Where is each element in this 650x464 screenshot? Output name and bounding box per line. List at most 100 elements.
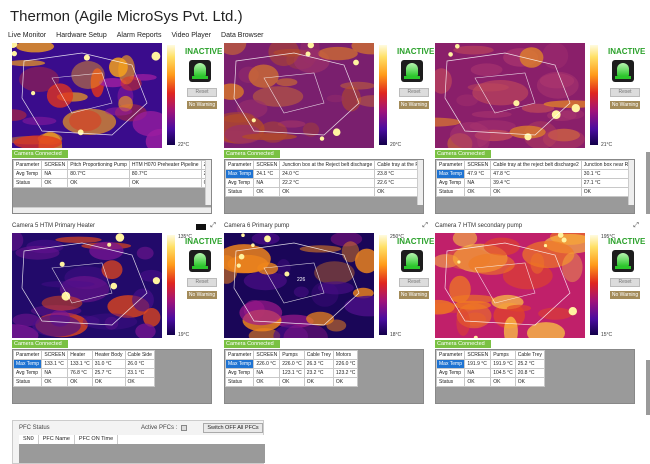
table-cell: Max Temp (436, 169, 466, 179)
table-row[interactable]: Max Temp 24.1 °C 24.0 °C 23.8 °C (225, 169, 423, 179)
table-row[interactable]: Avg Temp NA 39.4 °C 27.1 °C (436, 178, 634, 188)
column-header: Cable tray at the reject belt discharge2 (490, 160, 582, 170)
table-cell: Status (13, 377, 43, 387)
table-row[interactable]: StatusOKOKOKC (13, 178, 211, 188)
table-header-row: Parameter SCREEN Pitch Proportioning Pump H… (13, 160, 211, 170)
readings-panel: Parameter SCREEN Pumps Cable Trey Motors Max … (224, 349, 424, 404)
column-header: Parameter (13, 350, 43, 360)
table-cell: OK (303, 377, 334, 387)
app-title: Thermon (Agile MicroSys Pvt. Ltd.) (10, 8, 243, 25)
table-cell: OK (464, 377, 492, 387)
camera-panel: Camera 7 HTM secondary pump ⤢ 195°C 15°C… (435, 222, 645, 404)
table-cell: 39.4 °C (490, 178, 582, 188)
reset-button[interactable]: Reset (610, 278, 640, 287)
table-cell: 26.3 °C (303, 359, 334, 369)
table-row[interactable]: Max Temp 191.9 °C 191.9 °C 25.2 °C (436, 359, 545, 369)
menu-video-player[interactable]: Video Player (171, 32, 211, 39)
scrollbar-edge[interactable] (646, 152, 650, 214)
color-scale-bar (379, 235, 387, 335)
active-pfcs-checkbox[interactable] (181, 425, 187, 431)
vertical-scrollbar[interactable] (628, 160, 634, 205)
table-row[interactable]: Max Temp 226.0 °C 226.0 °C 26.3 °C 226.0 °C (225, 359, 359, 369)
table-row[interactable]: Avg Temp NA 104.5 °C 20.8 °C (436, 368, 545, 378)
table-cell: 133.1 °C (67, 359, 93, 369)
table-row[interactable]: Avg Temp NA 22.2 °C 22.6 °C (225, 178, 423, 188)
table-header-row: Parameter SCREEN Pumps Cable Trey (436, 350, 545, 360)
scale-min-temp: 19°C (178, 332, 190, 338)
table-row[interactable]: Avg Temp NA 76.8 °C 25.7 °C 23.1 °C (13, 368, 155, 378)
table-cell: 123.1 °C (279, 368, 305, 378)
table-header-row: Parameter SCREEN Heater Heater Body Cable Si… (13, 350, 155, 360)
expand-arrows-icon[interactable]: ⤢ (210, 222, 216, 230)
pfc-list: SN0 PFC Name PFC ON Time (19, 435, 265, 463)
vertical-scrollbar[interactable] (205, 160, 211, 205)
table-row[interactable]: Max Temp 47.9 °C 47.8 °C 30.1 °C (436, 169, 634, 179)
switch-off-all-pfcs-button[interactable]: Switch OFF All PFCs (203, 423, 263, 433)
menu-hardware-setup[interactable]: Hardware Setup (56, 32, 107, 39)
menu-alarm-reports[interactable]: Alarm Reports (117, 32, 162, 39)
reset-button[interactable]: Reset (399, 278, 429, 287)
pfc-col-name: PFC Name (39, 435, 75, 444)
column-header: SCREEN (464, 160, 492, 170)
table-row[interactable]: Status OK OK OK (225, 187, 423, 197)
expand-arrows-icon[interactable]: ⤢ (633, 222, 639, 230)
table-row[interactable]: Status OK OK OK (436, 187, 634, 197)
pfc-list-header: SN0 PFC Name PFC ON Time (19, 435, 265, 444)
table-row[interactable]: Status OK OK OK (436, 377, 545, 387)
color-scale-bar (590, 45, 598, 145)
table-cell: 23.2 °C (303, 368, 334, 378)
readings-panel: Parameter SCREEN Pitch Proportioning Pump H… (12, 159, 212, 214)
thermal-image[interactable] (12, 233, 162, 338)
table-cell: OK (253, 187, 281, 197)
expand-arrows-icon[interactable]: ⤢ (422, 222, 428, 230)
horizontal-scrollbar[interactable] (13, 207, 211, 213)
color-scale-bar (167, 235, 175, 335)
table-cell: Avg Temp (13, 368, 43, 378)
reset-button[interactable]: Reset (399, 88, 429, 97)
vertical-scrollbar[interactable] (417, 160, 423, 205)
readings-panel: Parameter SCREEN Heater Heater Body Cable Si… (12, 349, 212, 404)
thermal-image[interactable] (224, 43, 374, 148)
column-header: Parameter (436, 350, 466, 360)
readings-table: Parameter SCREEN Cable tray at the reject … (436, 160, 634, 197)
pfc-col-time: PFC ON Time (75, 435, 119, 444)
table-cell: OK (279, 377, 305, 387)
table-row[interactable]: Avg TempNA80.7°C80.7°C2 (13, 169, 211, 179)
readings-table: Parameter SCREEN Heater Heater Body Cable Si… (13, 350, 155, 387)
camera-connected-badge: Camera Connected (12, 150, 68, 158)
siren-icon (401, 250, 423, 272)
column-header: Cable Side (124, 350, 155, 360)
table-row[interactable]: Status OK OK OK OK (225, 377, 359, 387)
reset-button[interactable]: Reset (187, 278, 217, 287)
thermal-image[interactable] (435, 233, 585, 338)
warning-badge: No Warning (187, 101, 217, 109)
table-cell: Max Temp (225, 359, 255, 369)
table-row[interactable]: Status OK OK OK OK (13, 377, 155, 387)
table-cell: 47.8 °C (490, 169, 582, 179)
column-header: SCREEN (41, 350, 69, 360)
siren-icon (189, 250, 211, 272)
thermal-image[interactable] (435, 43, 585, 148)
table-cell: 24.1 °C (253, 169, 281, 179)
color-scale-bar (590, 235, 598, 335)
table-cell: OK (464, 187, 492, 197)
thermal-image[interactable] (224, 233, 374, 338)
column-header: Pumps (279, 350, 305, 360)
table-cell: 47.9 °C (464, 169, 492, 179)
table-cell: OK (490, 187, 582, 197)
reset-button[interactable]: Reset (610, 88, 640, 97)
table-row[interactable]: Max Temp 133.1 °C 133.1 °C 31.0 °C 26.0 °C (13, 359, 155, 369)
menu-data-browser[interactable]: Data Browser (221, 32, 263, 39)
table-cell: 30.1 °C (580, 169, 634, 179)
camera-header: Camera 5 HTM Primary Heater ⤢ (12, 222, 218, 233)
scrollbar-edge[interactable] (646, 360, 650, 415)
reset-button[interactable]: Reset (187, 88, 217, 97)
table-cell: 25.7 °C (91, 368, 126, 378)
camera-panel: Camera 5 HTM Primary Heater ⤢ 135°C 19°C… (12, 222, 222, 404)
camera-view-area: 20°C INACTIVE Reset No Warning (224, 43, 434, 149)
table-cell: OK (67, 377, 93, 387)
menu-live-monitor[interactable]: Live Monitor (8, 32, 46, 39)
thermal-image[interactable] (12, 43, 162, 148)
table-row[interactable]: Avg Temp NA 123.1 °C 23.2 °C 123.2 °C (225, 368, 359, 378)
table-cell: 22.2 °C (279, 178, 376, 188)
